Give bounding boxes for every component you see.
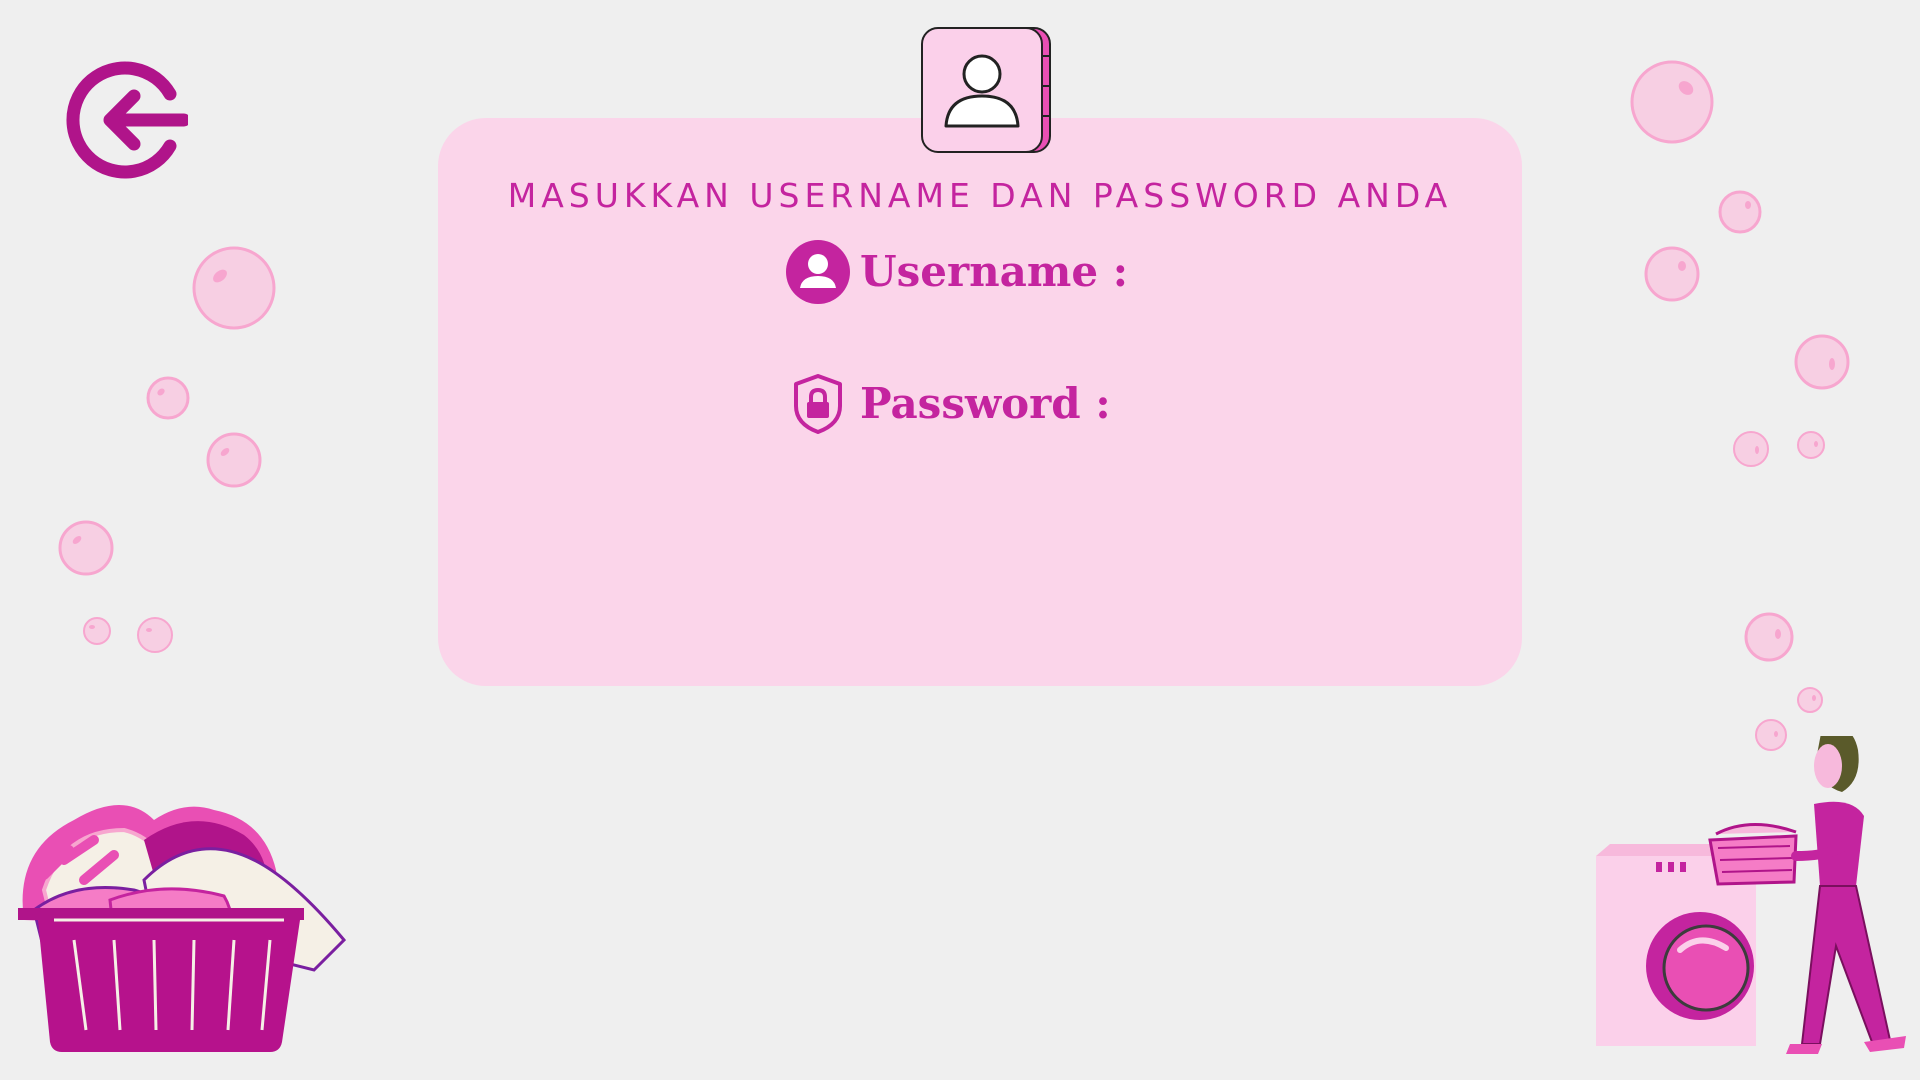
bubble-icon	[1797, 431, 1825, 459]
login-instruction-title: Masukkan Username dan Password Anda	[507, 176, 1453, 215]
username-field-row: Username :	[786, 240, 1128, 304]
bubble-icon	[192, 246, 276, 330]
user-circle-icon	[786, 240, 850, 304]
bubble-icon	[58, 520, 114, 576]
bubble-icon	[83, 617, 111, 645]
username-input[interactable]	[1120, 246, 1424, 298]
bubble-icon	[1744, 612, 1794, 662]
bubble-icon	[146, 376, 190, 420]
bubble-icon	[137, 617, 173, 653]
password-input[interactable]	[1100, 374, 1404, 426]
bubble-icon	[1794, 334, 1850, 390]
laundry-woman-illustration	[1596, 736, 1906, 1054]
bubble-icon	[1644, 246, 1700, 302]
bubble-icon	[206, 432, 262, 488]
shield-lock-icon	[794, 374, 842, 434]
bubble-icon	[1733, 431, 1769, 467]
password-label: Password :	[860, 379, 1111, 428]
bubble-icon	[1630, 60, 1714, 144]
laundry-basket-illustration	[18, 805, 347, 1052]
bubble-icon	[1718, 190, 1762, 234]
back-arrow-icon[interactable]	[64, 58, 188, 182]
username-label: Username :	[860, 247, 1129, 296]
user-avatar-icon	[921, 27, 1051, 153]
bubble-icon	[1797, 687, 1823, 713]
password-field-row: Password :	[786, 372, 1111, 436]
